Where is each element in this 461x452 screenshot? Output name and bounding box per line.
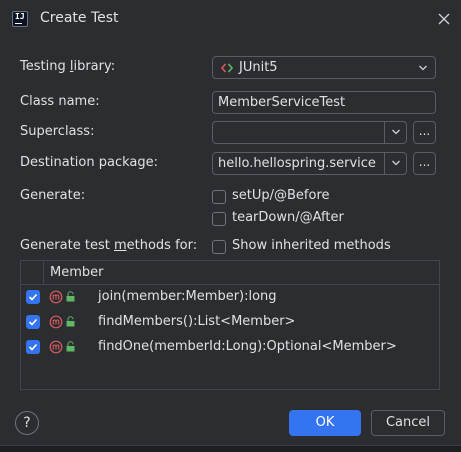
- window-title: Create Test: [40, 10, 119, 26]
- destination-dropdown-button[interactable]: [384, 153, 406, 174]
- testing-library-label: Testing library:: [20, 59, 116, 74]
- cancel-button[interactable]: Cancel: [371, 410, 445, 436]
- column-divider: [43, 261, 44, 285]
- chevron-down-icon: [392, 160, 400, 166]
- intellij-logo-icon: IJ: [12, 11, 28, 27]
- lock-icon: [66, 291, 75, 302]
- table-row[interactable]: findOne(memberId:Long):Optional<Member>: [21, 335, 439, 360]
- method-icon: [49, 290, 63, 304]
- destination-browse-button[interactable]: ...: [413, 152, 436, 175]
- testing-library-value: JUnit5: [239, 60, 278, 75]
- column-header-member[interactable]: Member: [50, 265, 103, 280]
- setup-checkbox[interactable]: [212, 190, 226, 204]
- row-checkbox[interactable]: [26, 290, 40, 304]
- superclass-input[interactable]: [212, 121, 407, 144]
- lock-icon: [66, 316, 75, 327]
- check-icon: [28, 343, 38, 351]
- logo-text: IJ: [15, 12, 25, 21]
- generate-label: Generate:: [20, 188, 86, 203]
- row-checkbox[interactable]: [26, 340, 40, 354]
- teardown-checkbox[interactable]: [212, 212, 226, 226]
- class-name-value: MemberServiceTest: [218, 95, 346, 110]
- close-icon[interactable]: [434, 9, 454, 29]
- class-name-input[interactable]: MemberServiceTest: [212, 91, 436, 114]
- class-name-label: Class name:: [20, 94, 100, 109]
- superclass-browse-button[interactable]: ...: [413, 121, 436, 144]
- row-checkbox[interactable]: [26, 315, 40, 329]
- junit-icon: [221, 63, 233, 73]
- members-table: Member join(member:Member):long findMemb…: [20, 260, 440, 390]
- generate-methods-label: Generate test methods for:: [20, 238, 198, 253]
- superclass-label: Superclass:: [20, 124, 95, 139]
- method-name: findMembers():List<Member>: [98, 314, 296, 329]
- method-name: join(member:Member):long: [98, 289, 277, 304]
- superclass-dropdown-button[interactable]: [384, 122, 406, 143]
- show-inherited-label: Show inherited methods: [232, 238, 391, 253]
- lock-icon: [66, 341, 75, 352]
- chevron-down-icon: [419, 65, 427, 71]
- table-header: Member: [21, 261, 439, 285]
- chevron-down-icon: [392, 129, 400, 135]
- title-bar: IJ Create Test: [0, 0, 461, 38]
- help-button[interactable]: ?: [15, 411, 39, 435]
- method-icon: [49, 315, 63, 329]
- method-icon: [49, 340, 63, 354]
- check-icon: [28, 293, 38, 301]
- table-row[interactable]: findMembers():List<Member>: [21, 310, 439, 335]
- setup-label: setUp/@Before: [232, 188, 330, 203]
- check-icon: [28, 318, 38, 326]
- show-inherited-checkbox[interactable]: [212, 240, 226, 254]
- method-name: findOne(memberId:Long):Optional<Member>: [98, 339, 397, 354]
- destination-package-value: hello.hellospring.service: [218, 156, 376, 171]
- teardown-label: tearDown/@After: [232, 210, 344, 225]
- table-row[interactable]: join(member:Member):long: [21, 285, 439, 310]
- destination-package-label: Destination package:: [20, 155, 158, 170]
- ok-button[interactable]: OK: [289, 410, 361, 436]
- destination-package-input[interactable]: hello.hellospring.service: [212, 152, 407, 175]
- background-window-strip: [0, 445, 461, 452]
- testing-library-select[interactable]: JUnit5: [212, 56, 436, 79]
